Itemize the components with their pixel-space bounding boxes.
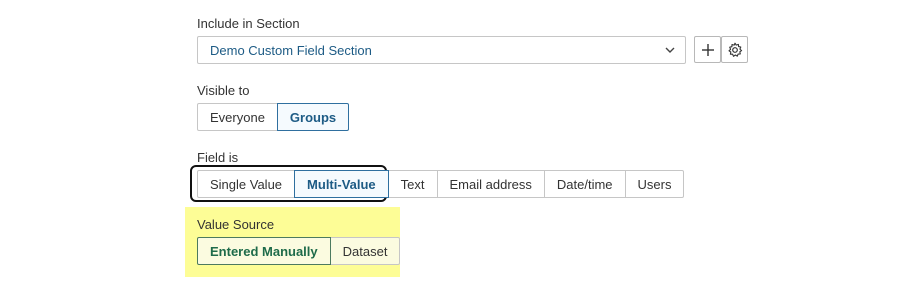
section-settings-button[interactable] (721, 36, 748, 63)
field-type-option-date-time[interactable]: Date/time (543, 170, 626, 198)
visible-to-toggle: Everyone Groups (197, 103, 350, 131)
chevron-down-icon (665, 47, 675, 53)
field-type-toggle: Single Value Multi-Value Text Email addr… (197, 170, 685, 198)
field-type-option-users[interactable]: Users (624, 170, 685, 198)
field-type-option-multi-value[interactable]: Multi-Value (294, 170, 389, 198)
field-type-option-single-value[interactable]: Single Value (197, 170, 296, 198)
include-section-label: Include in Section (197, 16, 300, 31)
section-select-value: Demo Custom Field Section (210, 42, 372, 58)
visible-to-option-groups[interactable]: Groups (276, 103, 350, 131)
section-select[interactable]: Demo Custom Field Section (197, 36, 686, 64)
add-section-button[interactable] (694, 36, 721, 63)
field-type-option-text[interactable]: Text (387, 170, 438, 198)
field-is-label: Field is (197, 150, 239, 165)
value-source-option-entered-manually[interactable]: Entered Manually (197, 237, 331, 265)
visible-to-option-everyone[interactable]: Everyone (197, 103, 278, 131)
value-source-toggle: Entered Manually Dataset (197, 237, 401, 265)
value-source-label: Value Source (197, 217, 275, 232)
field-type-option-email-address[interactable]: Email address (436, 170, 545, 198)
visible-to-label: Visible to (197, 83, 250, 98)
value-source-option-dataset[interactable]: Dataset (329, 237, 401, 265)
plus-icon (701, 43, 714, 56)
gear-icon (727, 42, 742, 57)
